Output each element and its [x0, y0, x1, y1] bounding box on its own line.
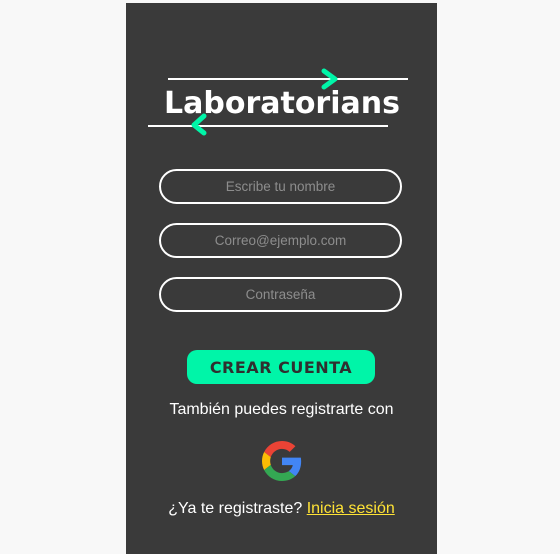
- google-signup-button[interactable]: [262, 441, 302, 481]
- brand-name: Laboratorians: [164, 86, 400, 121]
- brand-logo: Laboratorians: [146, 65, 416, 140]
- login-prompt: ¿Ya te registraste? Inicia sesión: [126, 500, 437, 518]
- email-input[interactable]: [159, 223, 402, 258]
- create-account-button[interactable]: CREAR CUENTA: [187, 350, 375, 384]
- name-input[interactable]: [159, 169, 402, 204]
- login-link[interactable]: Inicia sesión: [307, 500, 395, 517]
- signup-panel: Laboratorians CREAR CUENTA También puede…: [126, 3, 437, 554]
- google-icon: [262, 441, 302, 481]
- password-input[interactable]: [159, 277, 402, 312]
- laboratorians-logo: Laboratorians: [148, 68, 408, 136]
- alt-signup-text: También puedes registrarte con: [169, 401, 394, 418]
- already-registered-text: ¿Ya te registraste?: [168, 500, 303, 517]
